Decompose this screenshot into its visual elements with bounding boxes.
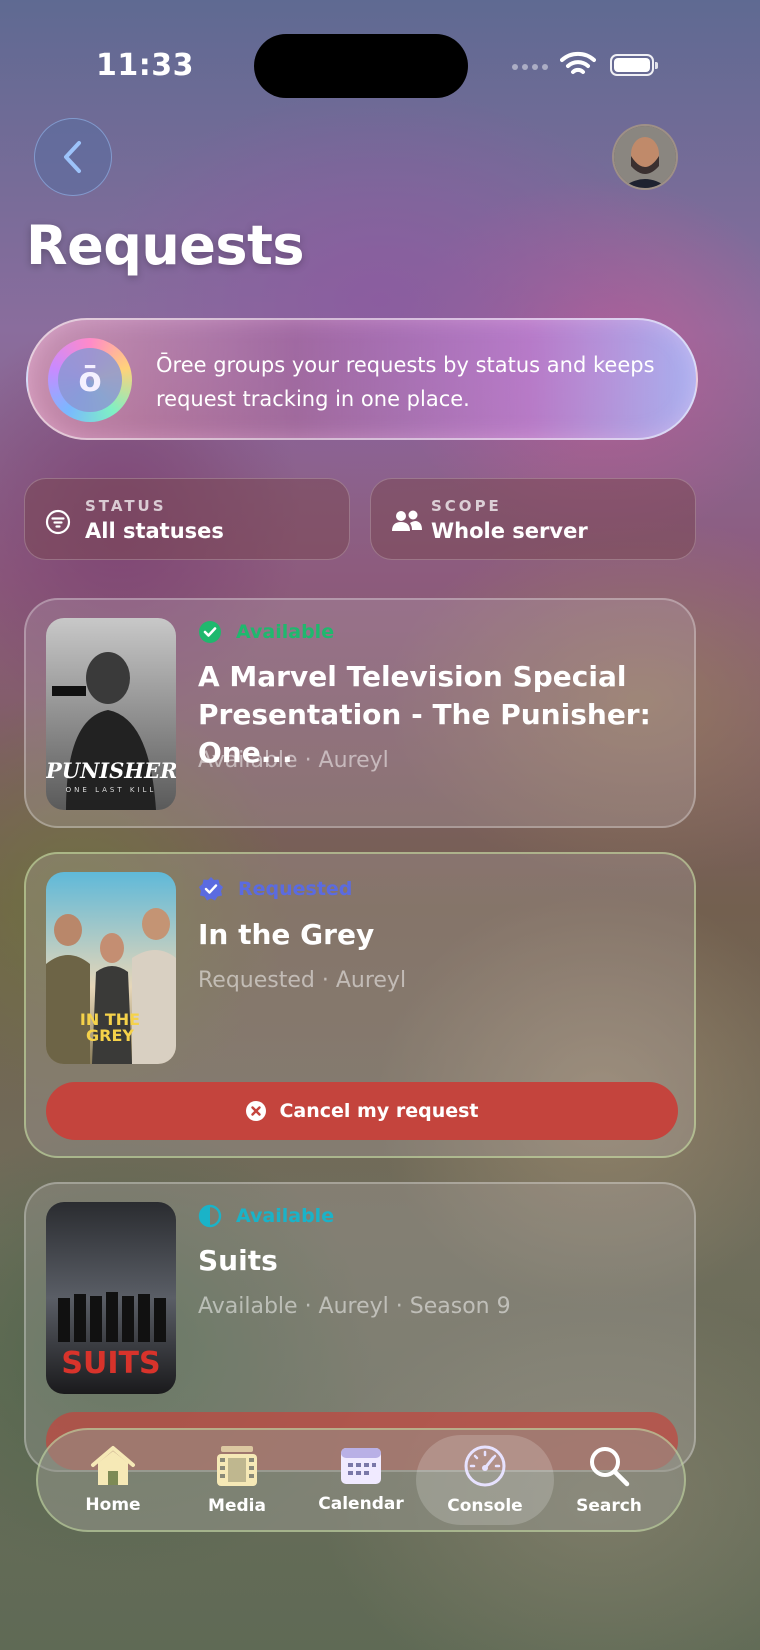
filter-value: All statuses [85, 519, 224, 543]
dynamic-island [254, 34, 468, 98]
tab-media[interactable]: Media [172, 1430, 302, 1530]
filter-label: SCOPE [431, 497, 502, 515]
calendar-icon [341, 1448, 381, 1484]
status-badge: Requested [198, 876, 352, 902]
close-circle-icon [246, 1101, 267, 1121]
filter-icon [45, 509, 71, 535]
wifi-icon [560, 51, 596, 74]
tab-search[interactable]: Search [544, 1430, 674, 1530]
half-circle-icon [198, 1204, 222, 1228]
request-title: Suits [198, 1244, 278, 1277]
poster-image: IN THE GREY [46, 872, 176, 1064]
logo-letter: ō [58, 348, 122, 412]
poster-title: PUNISHER [46, 758, 176, 783]
battery-icon [610, 54, 658, 76]
cellular-signal-icon [512, 64, 548, 70]
cancel-request-label: Cancel my request [279, 1100, 479, 1122]
status-filter-button[interactable]: STATUS All statuses [24, 478, 350, 560]
scope-filter-button[interactable]: SCOPE Whole server [370, 478, 696, 560]
cancel-request-button[interactable]: Cancel my request [46, 1082, 678, 1140]
tab-label: Media [208, 1496, 266, 1516]
search-icon [590, 1447, 630, 1487]
status-label: Available [236, 621, 335, 643]
home-icon [91, 1446, 135, 1485]
poster-image: PUNISHER ONE LAST KILL [46, 618, 176, 810]
request-meta: Available · Aureyl · Season 9 [198, 1294, 511, 1319]
poster-title: SUITS [61, 1346, 161, 1381]
poster-title: IN THE GREY [79, 1010, 141, 1045]
info-banner: ō Ōree groups your requests by status an… [26, 318, 698, 440]
tab-label: Search [576, 1496, 642, 1516]
chevron-left-icon [64, 141, 81, 173]
filter-label: STATUS [85, 497, 167, 515]
badge-check-icon [199, 877, 223, 901]
tab-label: Console [447, 1496, 523, 1516]
tab-calendar[interactable]: Calendar [296, 1430, 426, 1530]
status-time: 11:33 [96, 48, 194, 83]
filter-value: Whole server [431, 519, 588, 543]
banner-text: Ōree groups your requests by status and … [156, 353, 655, 411]
check-circle-icon [199, 621, 221, 643]
tab-console[interactable]: Console [416, 1435, 554, 1525]
page-title: Requests [26, 214, 305, 277]
request-meta: Available · Aureyl [198, 748, 389, 773]
tab-home[interactable]: Home [48, 1430, 178, 1530]
request-card[interactable]: IN THE GREY Requested In the Grey Reques… [24, 852, 696, 1158]
status-label: Available [236, 1205, 335, 1227]
request-meta: Requested · Aureyl [198, 968, 407, 993]
back-button[interactable] [34, 118, 112, 196]
status-badge: Available [198, 1204, 334, 1228]
tab-label: Home [85, 1495, 141, 1515]
status-label: Requested [238, 878, 353, 900]
people-icon [392, 510, 422, 531]
tab-bar: Home Media Calendar Console Search [36, 1428, 686, 1532]
request-card[interactable]: PUNISHER ONE LAST KILL Available A Marve… [24, 598, 696, 828]
avatar[interactable] [612, 124, 678, 190]
poster-subtitle: ONE LAST KILL [65, 786, 157, 794]
oree-logo-icon: ō [48, 338, 132, 422]
tab-label: Calendar [318, 1494, 404, 1514]
status-badge: Available [198, 620, 334, 644]
avatar-image [614, 126, 676, 188]
poster-image: SUITS [46, 1202, 176, 1394]
film-icon [217, 1446, 257, 1486]
request-title: In the Grey [198, 918, 375, 951]
gauge-icon [464, 1445, 506, 1487]
